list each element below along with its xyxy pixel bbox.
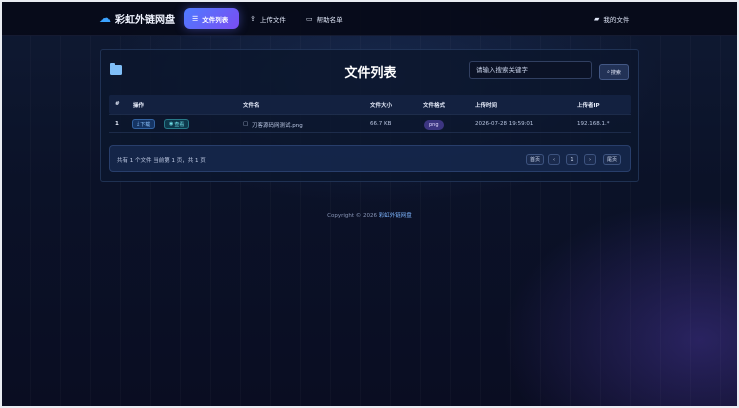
nav-my-files[interactable]: ▰ 我的文件 bbox=[586, 8, 637, 29]
search-button-label: 搜索 bbox=[610, 69, 621, 76]
table-row: 1 ⤓ 下载 ◉ 查看 ▢ 刀客源码网测试.png 66.7 KB png 20… bbox=[109, 114, 631, 133]
copyright-text: Copyright © 2026 bbox=[327, 213, 378, 219]
eye-icon: ◉ bbox=[169, 121, 174, 127]
first-page-button[interactable]: 首页 bbox=[526, 154, 544, 165]
brand-logo[interactable]: ☁ 彩虹外链网盘 bbox=[99, 8, 175, 28]
search-input[interactable] bbox=[469, 61, 592, 79]
file-name-link[interactable]: 刀客源码网测试.png bbox=[252, 121, 303, 129]
cloud-icon: ☁ bbox=[99, 11, 111, 25]
page-info: 共有 1 个文件 当前第 1 页，共 1 页 bbox=[117, 158, 206, 164]
view-button[interactable]: ◉ 查看 bbox=[164, 119, 190, 129]
download-label: 下载 bbox=[140, 121, 151, 128]
nav-upload-label: 上传文件 bbox=[259, 15, 286, 24]
col-ip: 上传者IP bbox=[577, 103, 600, 109]
col-size: 文件大小 bbox=[370, 103, 393, 109]
search-icon: ⌕ bbox=[607, 69, 610, 75]
upload-time: 2026-07-28 19:59:01 bbox=[475, 121, 534, 127]
file-list-card: 文件列表 ⌕ 搜索 # 操作 文件名 文件大小 文件格式 上传时间 上传者IP … bbox=[100, 49, 639, 182]
copyright-brand-link[interactable]: 彩虹外链网盘 bbox=[379, 213, 412, 219]
nav-my-files-label: 我的文件 bbox=[603, 15, 630, 24]
pagination-bar: 共有 1 个文件 当前第 1 页，共 1 页 首页 ‹ 1 › 尾页 bbox=[109, 145, 631, 172]
search-button[interactable]: ⌕ 搜索 bbox=[599, 64, 629, 80]
uploader-ip: 192.168.1.* bbox=[577, 121, 610, 127]
download-button[interactable]: ⤓ 下载 bbox=[132, 119, 156, 129]
nav-file-list-label: 文件列表 bbox=[202, 15, 229, 24]
id-card-icon: ▭ bbox=[306, 14, 313, 23]
frame-border-left bbox=[0, 0, 2, 408]
page-1-button[interactable]: 1 bbox=[566, 154, 578, 165]
row-index: 1 bbox=[115, 121, 119, 127]
copyright: Copyright © 2026 彩虹外链网盘 bbox=[0, 211, 739, 219]
col-actions: 操作 bbox=[133, 103, 145, 109]
view-label: 查看 bbox=[174, 121, 185, 128]
format-badge: png bbox=[424, 120, 444, 130]
col-format: 文件格式 bbox=[423, 103, 446, 109]
brand-name: 彩虹外链网盘 bbox=[115, 14, 175, 26]
last-page-button[interactable]: 尾页 bbox=[603, 154, 621, 165]
prev-page-button[interactable]: ‹ bbox=[548, 154, 560, 165]
nav-help-label: 帮助名单 bbox=[316, 15, 343, 24]
table-header: # 操作 文件名 文件大小 文件格式 上传时间 上传者IP bbox=[109, 95, 631, 114]
list-icon: ☰ bbox=[192, 14, 199, 23]
col-time: 上传时间 bbox=[475, 103, 498, 109]
next-page-button[interactable]: › bbox=[584, 154, 596, 165]
col-filename: 文件名 bbox=[243, 103, 260, 109]
nav-upload[interactable]: ⇪ 上传文件 bbox=[242, 8, 294, 29]
nav-file-list[interactable]: ☰ 文件列表 bbox=[184, 8, 239, 29]
folder-icon: ▰ bbox=[594, 14, 600, 23]
file-size: 66.7 KB bbox=[370, 121, 392, 127]
col-index: # bbox=[115, 101, 120, 107]
nav-help-list[interactable]: ▭ 帮助名单 bbox=[298, 8, 351, 29]
download-icon: ⤓ bbox=[137, 121, 140, 127]
frame-border-top bbox=[0, 0, 739, 2]
upload-icon: ⇪ bbox=[250, 14, 256, 23]
top-navbar: ☁ 彩虹外链网盘 ☰ 文件列表 ⇪ 上传文件 ▭ 帮助名单 ▰ 我的文件 bbox=[2, 2, 737, 36]
file-icon: ▢ bbox=[243, 121, 249, 127]
